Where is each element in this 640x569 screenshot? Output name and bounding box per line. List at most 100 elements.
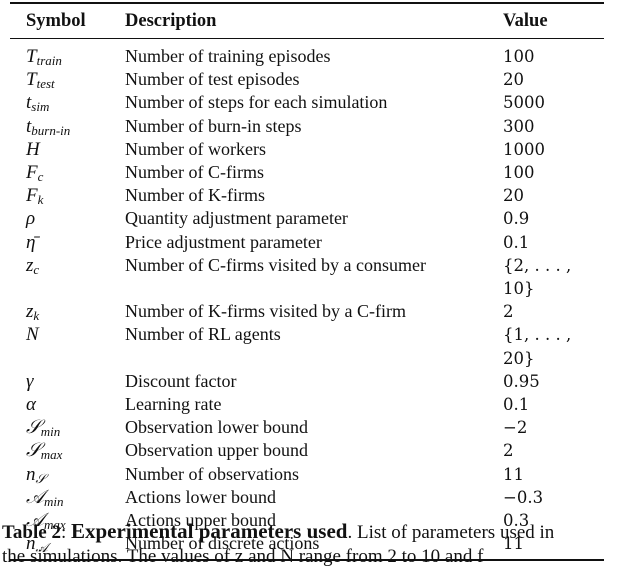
symbol-cell: zk [10, 300, 125, 323]
symbol-subscript: max [40, 447, 63, 463]
symbol-cell: H [10, 138, 125, 161]
table-row: Ttrain Number of training episodes 100 [10, 45, 604, 68]
symbol-cell: Fk [10, 184, 125, 207]
value-cell: 100 [503, 163, 535, 183]
symbol-base: N [26, 324, 39, 346]
table-row: zc Number of C-firms visited by a consume… [10, 254, 604, 300]
symbol-cell: γ [10, 370, 125, 393]
symbol-base: F [26, 162, 38, 184]
value-cell: 0.9 [503, 209, 530, 229]
description-cell: Number of C-firms [125, 162, 264, 183]
symbol-base: γ [26, 370, 34, 392]
symbol-base: H [26, 138, 40, 160]
symbol-cell: zc [10, 254, 125, 277]
description-cell: Learning rate [125, 394, 222, 415]
value-cell: −0.3 [503, 487, 544, 507]
symbol-base: α [26, 394, 36, 416]
description-cell: Observation upper bound [125, 440, 308, 461]
value-cell: 100 [503, 47, 535, 66]
caption-line-1: Table 2: Experimental parameters used. L… [2, 519, 640, 545]
caption-text: . List of parameters used in [347, 522, 555, 543]
table-row: Fk Number of K-firms 20 [10, 184, 604, 207]
header-value: Value [503, 11, 548, 31]
table-row: α Learning rate 0.1 [10, 393, 604, 416]
value-cell: 0.1 [503, 395, 530, 415]
value-cell: 0.95 [503, 371, 540, 391]
description-cell: Number of observations [125, 463, 299, 484]
description-cell: Quantity adjustment parameter [125, 208, 348, 229]
table-header-row: Symbol Description Value [10, 4, 604, 38]
description-cell: Number of burn-in steps [125, 115, 302, 136]
symbol-cell: η̄ [10, 231, 125, 254]
description-cell: Number of training episodes [125, 46, 331, 66]
description-cell: Number of workers [125, 138, 266, 159]
symbol-cell: 𝒮max [10, 439, 125, 462]
header-symbol: Symbol [26, 11, 86, 31]
symbol-cell: Ttrain [10, 45, 125, 68]
value-cell: 20 [503, 70, 524, 90]
symbol-subscript: k [33, 308, 40, 324]
value-cell: 2 [503, 441, 514, 461]
symbol-base: 𝒮 [26, 417, 41, 439]
value-cell: 0.1 [503, 232, 530, 252]
table-row: 𝒜min Actions lower bound −0.3 [10, 486, 604, 509]
table-row: Fc Number of C-firms 100 [10, 161, 604, 184]
description-cell: Number of steps for each simulation [125, 92, 388, 113]
caption-label: Table 2 [2, 522, 61, 543]
table-row: η̄ Price adjustment parameter 0.1 [10, 231, 604, 254]
caption-line-2: the simulations. The values of z and N r… [2, 546, 484, 567]
symbol-base: F [26, 185, 38, 207]
symbol-subscript: min [40, 424, 61, 440]
value-cell: 5000 [503, 93, 545, 113]
table-row: 𝒮max Observation upper bound 2 [10, 439, 604, 462]
table-row: zk Number of K-firms visited by a C-firm 2 [10, 300, 604, 323]
symbol-cell: n𝒮 [10, 463, 125, 486]
symbol-base: 𝒜 [26, 486, 44, 508]
description-cell: Number of K-firms [125, 185, 265, 206]
symbol-base: ρ [26, 208, 36, 230]
symbol-cell: N [10, 323, 125, 346]
symbol-cell: tburn-in [10, 115, 125, 138]
symbol-subscript: c [33, 261, 40, 277]
symbol-subscript: 𝒮 [35, 470, 46, 486]
description-cell: Price adjustment parameter [125, 231, 322, 252]
symbol-subscript: burn-in [31, 122, 71, 138]
table-row: 𝒮min Observation lower bound −2 [10, 416, 604, 439]
table-row: tsim Number of steps for each simulation 5… [10, 91, 604, 114]
table-row: tburn-in Number of burn-in steps 300 [10, 115, 604, 138]
table-row: H Number of workers 1000 [10, 138, 604, 161]
symbol-base: T [26, 46, 37, 67]
table-row: N Number of RL agents {1, . . . , 20} [10, 323, 604, 369]
value-cell: 2 [503, 302, 514, 322]
symbol-subscript: c [37, 169, 44, 185]
symbol-cell: α [10, 393, 125, 416]
symbol-cell: 𝒜min [10, 486, 125, 509]
value-cell: 20 [503, 186, 524, 206]
value-cell: −2 [503, 418, 528, 438]
symbol-base: 𝒮 [26, 440, 41, 462]
symbol-base: η̄ [26, 231, 36, 253]
description-cell: Actions lower bound [125, 486, 276, 507]
value-cell: 1000 [503, 139, 545, 159]
symbol-base: n [26, 463, 36, 485]
header-description: Description [125, 11, 217, 31]
value-cell: {2, . . . , 10} [503, 255, 572, 299]
value-cell: 300 [503, 116, 535, 136]
symbol-subscript: k [37, 192, 44, 208]
parameters-table: Symbol Description Value Ttrain Number of… [10, 2, 604, 562]
table-row: γ Discount factor 0.95 [10, 370, 604, 393]
description-cell: Observation lower bound [125, 417, 308, 438]
symbol-subscript: test [36, 76, 55, 92]
description-cell: Number of test episodes [125, 69, 300, 90]
caption-separator: : [60, 522, 71, 543]
description-cell: Discount factor [125, 370, 237, 391]
description-cell: Number of RL agents [125, 324, 281, 345]
table-row: ρ Quantity adjustment parameter 0.9 [10, 207, 604, 230]
description-cell: Number of K-firms visited by a C-firm [125, 301, 406, 322]
symbol-subscript: train [36, 53, 62, 68]
table-row: Ttest Number of test episodes 20 [10, 68, 604, 91]
value-cell: {1, . . . , 20} [503, 325, 572, 368]
table-caption: Table 2: Experimental parameters used. L… [2, 519, 640, 569]
symbol-cell: Ttest [10, 68, 125, 91]
symbol-cell: 𝒮min [10, 416, 125, 439]
